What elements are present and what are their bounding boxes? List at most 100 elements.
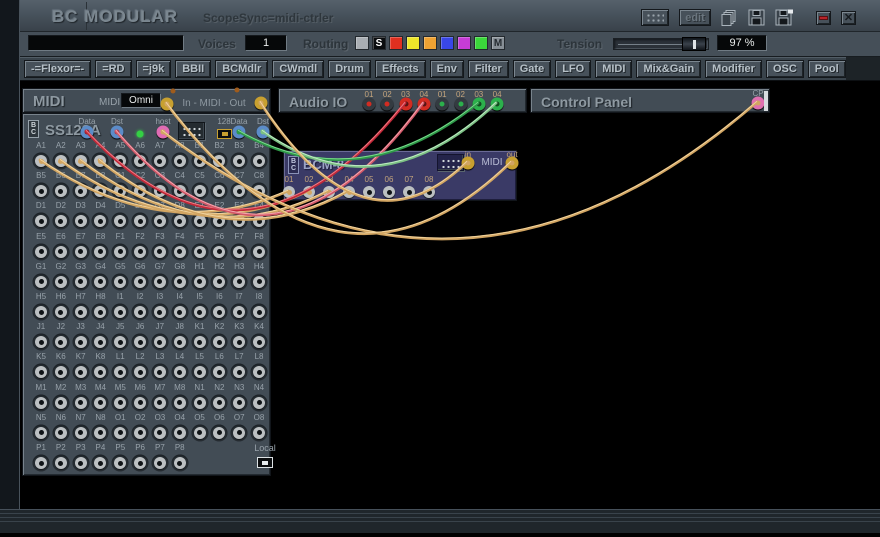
grid-jack-B1[interactable] <box>194 155 206 167</box>
grid-jack-C3[interactable] <box>154 185 166 197</box>
grid-jack-C1[interactable] <box>114 185 126 197</box>
grid-jack-J6[interactable] <box>134 336 146 348</box>
grid-jack-K3[interactable] <box>233 336 245 348</box>
audio-out-jack-01[interactable] <box>436 98 449 111</box>
routing-green-swatch[interactable] <box>474 36 488 50</box>
grid-jack-N2[interactable] <box>213 397 225 409</box>
grid-jack-N4[interactable] <box>253 397 265 409</box>
grid-jack-P6[interactable] <box>134 457 146 469</box>
grid-jack-K7[interactable] <box>75 366 87 378</box>
grid-jack-N3[interactable] <box>233 397 245 409</box>
grid-jack-D8[interactable] <box>174 215 186 227</box>
grid-jack-M6[interactable] <box>134 397 146 409</box>
routing-m-swatch[interactable]: M <box>491 36 505 50</box>
grid-jack-A1[interactable] <box>35 155 47 167</box>
grid-jack-H1[interactable] <box>194 276 206 288</box>
grid-jack-F3[interactable] <box>154 246 166 258</box>
grid-jack-P7[interactable] <box>154 457 166 469</box>
grid-jack-I7[interactable] <box>233 306 245 318</box>
module-button-pool[interactable]: Pool <box>808 60 846 78</box>
routing-s-swatch[interactable]: S <box>372 36 386 50</box>
midi-out-jack[interactable] <box>255 97 268 110</box>
grid-jack-H6[interactable] <box>55 306 67 318</box>
module-resize-handle[interactable] <box>764 91 768 111</box>
close-button[interactable]: ✕ <box>841 11 856 25</box>
bcm8-module[interactable]: BC BCM-8 in MIDI out 0102030405060708 <box>283 150 517 201</box>
grid-jack-H7[interactable] <box>75 306 87 318</box>
grid-jack-G4[interactable] <box>94 276 106 288</box>
module-button-cwmdl[interactable]: CWmdl <box>272 60 324 78</box>
module-button-bcmdlr[interactable]: BCMdlr <box>215 60 268 78</box>
grid-jack-F7[interactable] <box>233 246 245 258</box>
grid-jack-I5[interactable] <box>194 306 206 318</box>
audio-out-jack-04[interactable] <box>491 98 504 111</box>
grid-jack-D2[interactable] <box>55 215 67 227</box>
grid-jack-F6[interactable] <box>213 246 225 258</box>
audio-io-module[interactable]: Audio IO 0102030401020304 <box>278 88 527 113</box>
routing-blue-swatch[interactable] <box>440 36 454 50</box>
bcm8-jack-08[interactable] <box>423 186 435 198</box>
patch-grid-button[interactable] <box>641 9 669 26</box>
grid-jack-I3[interactable] <box>154 306 166 318</box>
module-button-effects[interactable]: Effects <box>375 60 426 78</box>
grid-jack-E7[interactable] <box>75 246 87 258</box>
grid-jack-E4[interactable] <box>253 215 265 227</box>
grid-jack-O5[interactable] <box>194 427 206 439</box>
module-button--rd[interactable]: =RD <box>95 60 131 78</box>
grid-jack-I6[interactable] <box>213 306 225 318</box>
grid-jack-K5[interactable] <box>35 366 47 378</box>
grid-jack-B4[interactable] <box>253 155 265 167</box>
grid-jack-L3[interactable] <box>154 366 166 378</box>
grid-jack-G6[interactable] <box>134 276 146 288</box>
grid-jack-C5[interactable] <box>194 185 206 197</box>
grid-jack-C4[interactable] <box>174 185 186 197</box>
grid-jack-O6[interactable] <box>213 427 225 439</box>
grid-jack-H5[interactable] <box>35 306 47 318</box>
grid-jack-L8[interactable] <box>253 366 265 378</box>
grid-jack-B2[interactable] <box>213 155 225 167</box>
midi-in-jack[interactable] <box>161 98 174 111</box>
grid-jack-B7[interactable] <box>75 185 87 197</box>
grid-jack-L1[interactable] <box>114 366 126 378</box>
grid-jack-I4[interactable] <box>174 306 186 318</box>
audio-in-jack-01[interactable] <box>363 98 376 111</box>
grid-jack-E2[interactable] <box>213 215 225 227</box>
module-button-bbii[interactable]: BBII <box>175 60 211 78</box>
module-button-filter[interactable]: Filter <box>468 60 509 78</box>
module-button--j9k[interactable]: =j9k <box>136 60 172 78</box>
grid-jack-O7[interactable] <box>233 427 245 439</box>
grid-jack-O1[interactable] <box>114 427 126 439</box>
minimize-button[interactable] <box>816 11 831 25</box>
module-button--flexor-[interactable]: -=Flexor=- <box>24 60 91 78</box>
grid-jack-D7[interactable] <box>154 215 166 227</box>
grid-jack-N6[interactable] <box>55 427 67 439</box>
module-button-lfo[interactable]: LFO <box>555 60 591 78</box>
grid-jack-O4[interactable] <box>174 427 186 439</box>
grid-jack-F1[interactable] <box>114 246 126 258</box>
grid-jack-M2[interactable] <box>55 397 67 409</box>
bcm8-jack-04[interactable] <box>343 186 355 198</box>
module-button-drum[interactable]: Drum <box>328 60 371 78</box>
grid-jack-K8[interactable] <box>94 366 106 378</box>
bcm8-jack-06[interactable] <box>383 186 395 198</box>
grid-jack-B3[interactable] <box>233 155 245 167</box>
grid-jack-J4[interactable] <box>94 336 106 348</box>
control-panel-module[interactable]: Control Panel CP <box>530 88 770 113</box>
edit-button[interactable]: edit <box>679 9 711 26</box>
grid-jack-P5[interactable] <box>114 457 126 469</box>
grid-jack-H8[interactable] <box>94 306 106 318</box>
routing-red-swatch[interactable] <box>389 36 403 50</box>
local-switch[interactable] <box>257 457 273 468</box>
grid-jack-G5[interactable] <box>114 276 126 288</box>
module-button-mix-gain[interactable]: Mix&Gain <box>636 60 701 78</box>
module-button-osc[interactable]: OSC <box>766 60 804 78</box>
grid-jack-J1[interactable] <box>35 336 47 348</box>
grid-jack-M1[interactable] <box>35 397 47 409</box>
grid-jack-J7[interactable] <box>154 336 166 348</box>
grid-jack-C7[interactable] <box>233 185 245 197</box>
grid-jack-D6[interactable] <box>134 215 146 227</box>
routing-default-swatch[interactable] <box>355 36 369 50</box>
module-button-gate[interactable]: Gate <box>513 60 551 78</box>
grid-jack-H4[interactable] <box>253 276 265 288</box>
grid-jack-E8[interactable] <box>94 246 106 258</box>
